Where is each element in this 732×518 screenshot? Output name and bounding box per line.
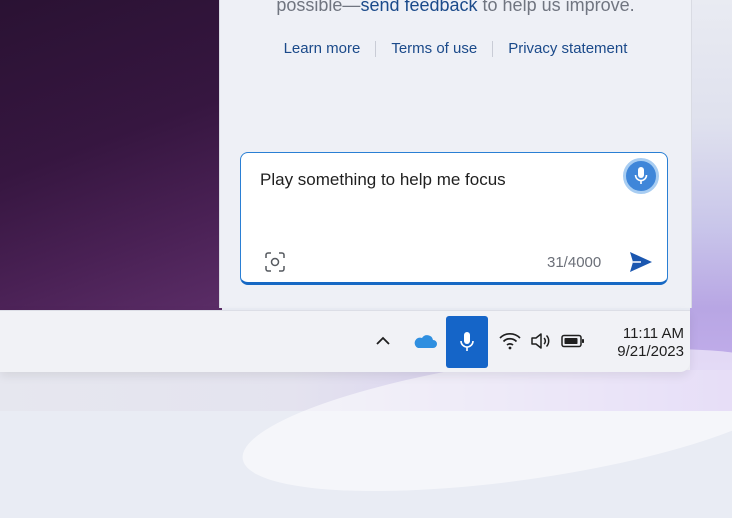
disclaimer-text: possible—send feedback to help us improv… (220, 0, 691, 16)
taskbar: 11:11 AM 9/21/2023 (0, 310, 690, 372)
prompt-text[interactable]: Play something to help me focus (260, 170, 506, 190)
voice-access-button[interactable] (446, 316, 488, 368)
wifi-icon (499, 332, 521, 350)
character-counter: 31/4000 (547, 254, 602, 271)
volume-icon (531, 333, 550, 349)
wifi-tray-button[interactable] (497, 329, 523, 353)
onedrive-cloud-icon (414, 335, 437, 348)
taskbar-clock[interactable]: 11:11 AM 9/21/2023 (600, 325, 684, 361)
chevron-up-icon (376, 336, 390, 345)
divider (492, 40, 494, 57)
screenshot-capture-icon (265, 252, 285, 272)
screenshot-button[interactable] (264, 251, 286, 273)
battery-icon (561, 334, 584, 348)
volume-tray-button[interactable] (528, 329, 554, 353)
disclaimer-prefix: possible— (276, 0, 361, 15)
microphone-button[interactable] (623, 158, 659, 194)
clock-date: 9/21/2023 (617, 343, 684, 360)
clock-time: 11:11 AM (622, 325, 684, 342)
microphone-icon (634, 167, 648, 184)
send-feedback-link[interactable]: send feedback (360, 0, 477, 15)
prompt-input[interactable]: Play something to help me focus 31/4000 (240, 152, 668, 285)
send-icon (630, 252, 652, 272)
footer-links: Learn more Terms of use Privacy statemen… (220, 40, 691, 57)
terms-of-use-link[interactable]: Terms of use (391, 40, 477, 57)
onedrive-tray-button[interactable] (411, 329, 439, 353)
learn-more-link[interactable]: Learn more (284, 40, 361, 57)
copilot-panel: possible—send feedback to help us improv… (219, 0, 692, 308)
send-button[interactable] (627, 248, 655, 276)
desktop-wallpaper (0, 0, 222, 312)
disclaimer-suffix: to help us improve. (477, 0, 635, 15)
battery-tray-button[interactable] (560, 331, 586, 351)
show-hidden-icons-button[interactable] (373, 331, 393, 351)
microphone-icon (460, 332, 474, 351)
privacy-statement-link[interactable]: Privacy statement (508, 40, 627, 57)
divider (375, 40, 377, 57)
